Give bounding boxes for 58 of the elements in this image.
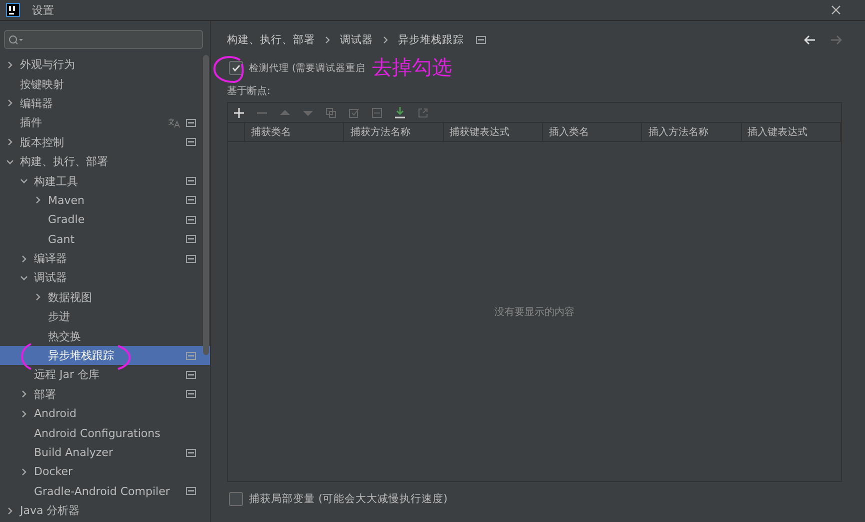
sidebar-item[interactable]: 热交换	[0, 326, 210, 346]
breadcrumb-item: 调试器	[340, 33, 373, 47]
sidebar-item[interactable]: Gradle-Android Compiler	[0, 482, 210, 501]
checkbox-label: 捕获局部变量 (可能会大大减慢执行速度)	[249, 492, 448, 506]
page-icon	[476, 36, 486, 44]
sidebar-item[interactable]: Docker	[0, 462, 210, 482]
sidebar-item[interactable]: 构建工具	[0, 171, 210, 191]
forward-arrow-icon[interactable]	[830, 35, 842, 45]
checkbox-label: 检测代理 (需要调试器重启	[249, 62, 366, 74]
sidebar-item[interactable]: 调试器	[0, 268, 210, 288]
move-up-icon[interactable]	[280, 108, 290, 118]
breadcrumb-item: 异步堆栈跟踪	[398, 33, 464, 47]
sidebar-item[interactable]: Android Configurations	[0, 423, 210, 443]
sidebar-item[interactable]: 远程 Jar 仓库	[0, 365, 210, 385]
sidebar-item[interactable]: 异步堆栈跟踪	[0, 346, 210, 366]
checkmark-icon	[231, 63, 241, 73]
window-title: 设置	[32, 2, 54, 18]
checkbox[interactable]	[229, 492, 243, 506]
search-icon	[8, 34, 24, 44]
column-header[interactable]: 捕获方法名称	[344, 123, 444, 141]
export-icon[interactable]	[418, 108, 428, 118]
add-icon[interactable]	[234, 108, 244, 118]
close-icon[interactable]	[831, 5, 841, 15]
app-logo-icon	[6, 3, 20, 17]
sidebar-item[interactable]: Gradle	[0, 210, 210, 230]
back-arrow-icon[interactable]	[804, 35, 816, 45]
search-field[interactable]	[4, 30, 203, 49]
column-header[interactable]: 插入键表达式	[742, 123, 841, 141]
section-label: 基于断点:	[227, 84, 272, 98]
sidebar-item[interactable]: 外观与行为	[0, 55, 210, 74]
empty-table-message: 没有要显示的内容	[494, 306, 574, 318]
import-icon[interactable]	[395, 106, 405, 118]
sidebar-item[interactable]: 部署	[0, 384, 210, 404]
edit-icon[interactable]	[349, 108, 359, 118]
sidebar-item[interactable]: 编译器	[0, 248, 210, 268]
chevron-icon	[383, 36, 388, 44]
sidebar-item[interactable]: Java 分析器	[0, 500, 210, 520]
annotation-text: 去掉勾选	[372, 54, 452, 81]
copy-icon[interactable]	[326, 108, 336, 118]
sidebar-item[interactable]: 数据视图	[0, 288, 210, 308]
column-header[interactable]: 捕获类名	[245, 123, 344, 141]
column-header[interactable]: 捕获键表达式	[444, 123, 543, 141]
column-header[interactable]: 插入类名	[542, 123, 642, 141]
sidebar-item[interactable]: 按键映射	[0, 74, 210, 94]
collapse-icon[interactable]	[372, 108, 382, 118]
chevron-icon	[325, 36, 330, 44]
sidebar-item[interactable]: Gant	[0, 230, 210, 249]
sidebar-item[interactable]: 步进	[0, 307, 210, 326]
sidebar-item[interactable]: Maven	[0, 190, 210, 210]
sidebar-item[interactable]: 插件	[0, 113, 210, 133]
checkbox[interactable]	[229, 61, 243, 75]
sidebar-item[interactable]: Android	[0, 404, 210, 424]
sidebar-item[interactable]: 版本控制	[0, 132, 210, 152]
sidebar-item[interactable]: 构建、执行、部署	[0, 152, 210, 172]
sidebar-item[interactable]: Build Analyzer	[0, 442, 210, 462]
column-header[interactable]: 插入方法名称	[642, 123, 742, 141]
sidebar-item[interactable]: 编辑器	[0, 94, 210, 114]
breadcrumb-item: 构建、执行、部署	[227, 33, 315, 47]
